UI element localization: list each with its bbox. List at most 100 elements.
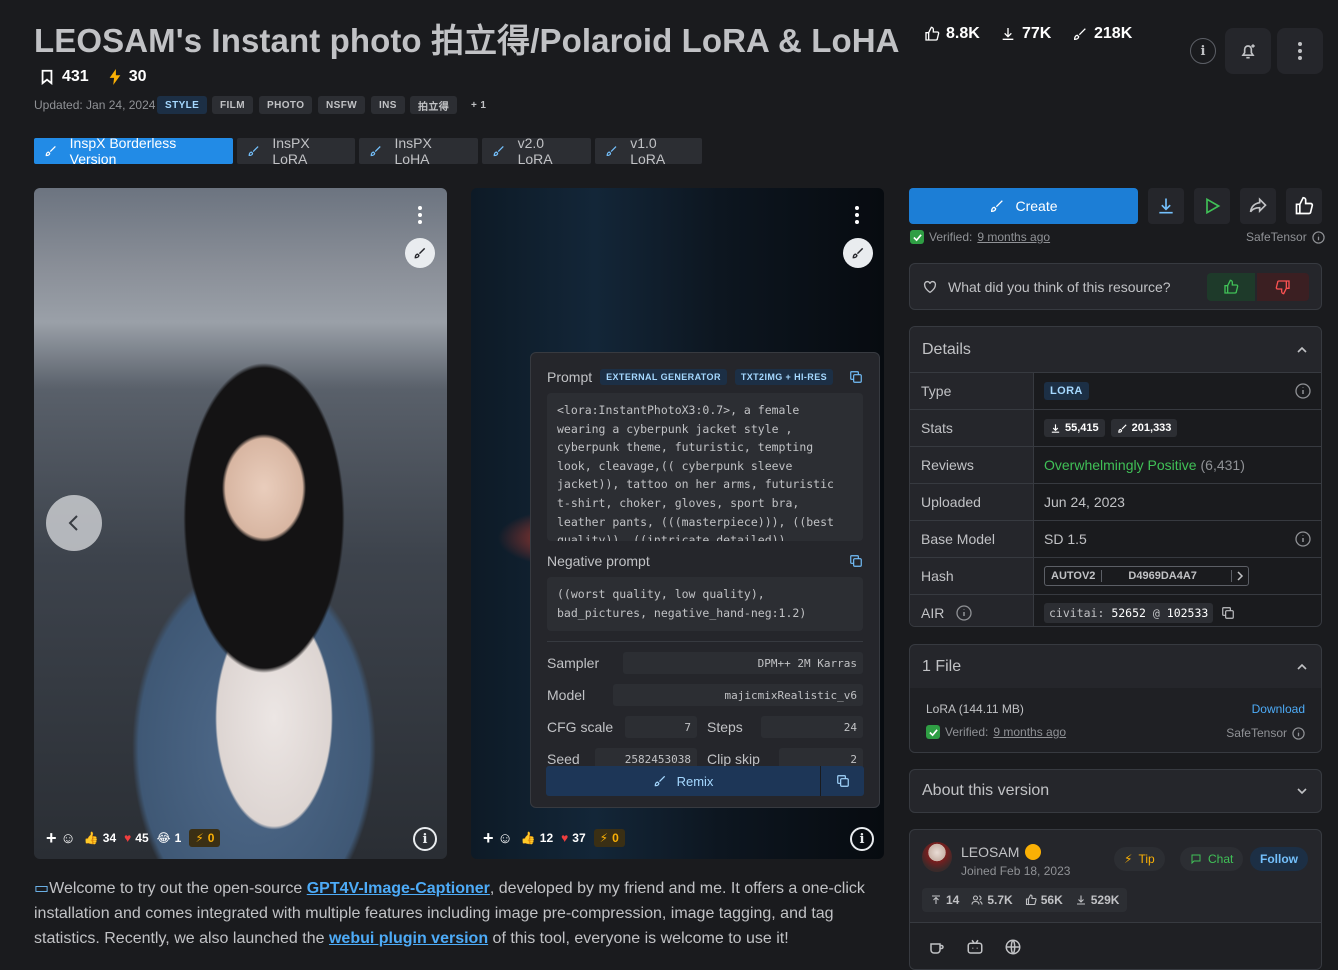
- creator-name[interactable]: LEOSAM: [961, 844, 1019, 860]
- lightning-icon: [109, 69, 121, 85]
- remix-image-button[interactable]: [405, 238, 435, 268]
- txt2img-badge: TXT2IMG + HI-RES: [734, 369, 834, 385]
- thumbs-down-review-button[interactable]: [1257, 272, 1309, 301]
- add-reaction-button[interactable]: + ☺: [46, 828, 76, 849]
- info-button[interactable]: i: [1190, 38, 1216, 64]
- version-tab-inspx-loha[interactable]: InsPX LoHA: [359, 135, 478, 167]
- external-generator-badge: EXTERNAL GENERATOR: [600, 369, 727, 385]
- hash-type[interactable]: AUTOV2: [1045, 570, 1103, 582]
- like-reaction[interactable]: 👍 12: [521, 831, 553, 845]
- copy-icon[interactable]: [1221, 606, 1235, 620]
- version-tab-borderless[interactable]: InspX Borderless Version: [34, 135, 233, 167]
- info-circle-icon: [1312, 230, 1325, 244]
- gallery-prev-button[interactable]: [46, 495, 102, 551]
- reviews-summary[interactable]: Overwhelmingly Positive: [1044, 457, 1197, 473]
- coffee-icon[interactable]: [928, 938, 946, 956]
- captioner-link[interactable]: GPT4V-Image-Captioner: [307, 880, 490, 897]
- files-header[interactable]: 1 File: [910, 645, 1321, 688]
- brush-icon: [248, 146, 259, 157]
- likes-stat: 8.8K: [924, 22, 980, 46]
- download-button[interactable]: [1148, 188, 1184, 224]
- follow-button[interactable]: Follow: [1250, 847, 1308, 871]
- info-circle-icon[interactable]: [956, 605, 972, 621]
- notify-button[interactable]: [1225, 28, 1271, 74]
- plugin-link[interactable]: webui plugin version: [329, 930, 488, 947]
- bookmark-button[interactable]: 431: [40, 68, 89, 86]
- laugh-reaction[interactable]: 😂 1: [157, 831, 182, 845]
- tag-photo[interactable]: PHOTO: [259, 96, 313, 114]
- image-menu-button[interactable]: [410, 200, 430, 230]
- run-button[interactable]: [1194, 188, 1230, 224]
- uploaded-value: Jun 24, 2023: [1033, 484, 1321, 520]
- followers-stat: 5.7K: [971, 893, 1013, 907]
- thumbs-up-icon: [1224, 279, 1239, 294]
- verified-date-link[interactable]: 9 months ago: [977, 230, 1050, 244]
- upload-icon: [932, 895, 940, 904]
- buzz-tip-chip[interactable]: ⚡ 0: [189, 829, 221, 847]
- files-title: 1 File: [922, 657, 962, 675]
- updated-date: Updated: Jan 24, 2024: [34, 98, 156, 112]
- hash-label: Hash: [910, 558, 1033, 594]
- share-button[interactable]: [1240, 188, 1276, 224]
- tag-nsfw[interactable]: NSFW: [318, 96, 366, 114]
- tag-more[interactable]: + 1: [463, 96, 494, 114]
- file-download-link[interactable]: Download: [1252, 702, 1305, 716]
- avatar[interactable]: [922, 842, 952, 872]
- about-version-title: About this version: [922, 782, 1050, 799]
- version-tab-inspx-lora[interactable]: InsPX LoRA: [237, 135, 355, 167]
- brush-icon: [45, 146, 56, 157]
- like-button[interactable]: [1286, 188, 1322, 224]
- stat-downloads-value: 55,415: [1065, 422, 1099, 434]
- like-reaction[interactable]: 👍 34: [84, 831, 116, 845]
- buzz-button[interactable]: 30: [109, 68, 147, 86]
- hash-value[interactable]: D4969DA4A7: [1102, 570, 1233, 582]
- thumbs-up-review-button[interactable]: [1207, 272, 1255, 301]
- about-version-card[interactable]: About this version: [909, 769, 1322, 813]
- safetensor-info: SafeTensor: [1246, 230, 1325, 244]
- verified-label: Verified:: [929, 230, 973, 244]
- brush-icon: [414, 247, 426, 259]
- globe-icon[interactable]: [1004, 938, 1022, 956]
- bookmark-count: 431: [62, 68, 89, 85]
- add-reaction-button[interactable]: + ☺: [483, 828, 513, 849]
- more-options-button[interactable]: [1277, 28, 1323, 74]
- tag-polaroid[interactable]: 拍立得: [410, 96, 458, 114]
- heart-reaction[interactable]: ♥ 37: [561, 831, 585, 845]
- tag-ins[interactable]: INS: [371, 96, 405, 114]
- version-tab-v2[interactable]: v2.0 LoRA: [482, 135, 591, 167]
- copy-icon[interactable]: [849, 554, 863, 568]
- base-model-label: Base Model: [910, 521, 1033, 557]
- buzz-count: 30: [128, 68, 147, 85]
- tip-button[interactable]: ⚡ Tip: [1114, 847, 1165, 871]
- type-badge: LORA: [1044, 382, 1089, 400]
- verified-date-link[interactable]: 9 months ago: [993, 725, 1066, 739]
- page-title: LEOSAM's Instant photo 拍立得/Polaroid LoRA…: [34, 22, 900, 59]
- version-tab-label: InsPX LoHA: [394, 135, 432, 167]
- tag-film[interactable]: FILM: [212, 96, 253, 114]
- brush-icon: [852, 247, 864, 259]
- tag-style[interactable]: STYLE: [157, 96, 208, 114]
- create-button[interactable]: Create: [909, 188, 1138, 224]
- heart-count: 45: [135, 831, 149, 845]
- description-text: Welcome to try out the open-source: [49, 880, 307, 897]
- remix-image-button[interactable]: [843, 238, 873, 268]
- hash-selector[interactable]: AUTOV2 D4969DA4A7: [1044, 566, 1250, 586]
- details-header[interactable]: Details: [910, 327, 1321, 372]
- buzz-tip-chip[interactable]: ⚡ 0: [593, 829, 625, 847]
- copy-icon[interactable]: [849, 370, 863, 384]
- brush-icon: [654, 775, 665, 787]
- copy-generation-button[interactable]: [820, 766, 864, 796]
- version-tab-v1[interactable]: v1.0 LoRA: [595, 135, 702, 167]
- download-icon: [1159, 198, 1173, 214]
- image-menu-button[interactable]: [847, 200, 867, 230]
- remix-bar: Remix: [546, 766, 864, 796]
- info-circle-icon[interactable]: [1295, 531, 1311, 547]
- heart-reaction[interactable]: ♥ 45: [124, 831, 148, 845]
- like-count: 12: [539, 831, 554, 845]
- chat-button[interactable]: Chat: [1180, 847, 1244, 871]
- bilibili-icon[interactable]: [966, 938, 984, 956]
- remix-button[interactable]: Remix: [546, 766, 820, 796]
- info-circle-icon[interactable]: [1295, 383, 1311, 399]
- image-info-button[interactable]: i: [850, 827, 874, 851]
- image-info-button[interactable]: i: [413, 827, 437, 851]
